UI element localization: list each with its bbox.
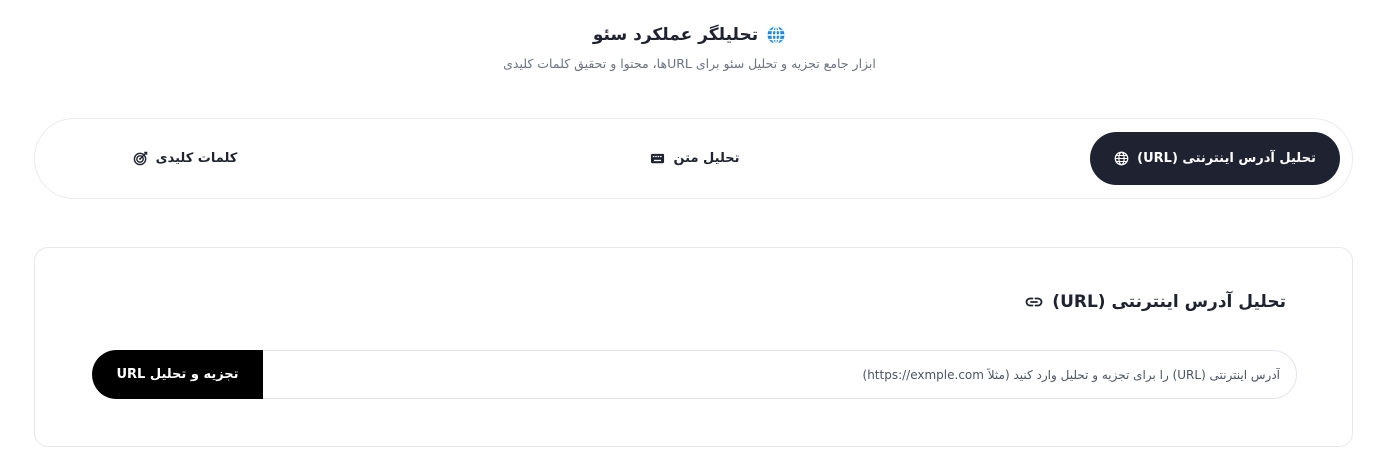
tab-url-label: تحلیل آدرس اینترنتی (URL) (1137, 151, 1316, 166)
globe-network-icon (766, 25, 786, 45)
link-icon (1024, 292, 1044, 312)
page: تحلیلگر عملکرد سئو ابزار جامع تجزیه و تح… (0, 0, 1379, 469)
url-input[interactable] (92, 350, 1297, 399)
tab-keywords-label: کلمات کلیدی (155, 151, 238, 166)
tab-keywords[interactable]: کلمات کلیدی (85, 132, 285, 185)
tab-url-analysis[interactable]: تحلیل آدرس اینترنتی (URL) (1090, 132, 1340, 185)
title-row: تحلیلگر عملکرد سئو (593, 22, 786, 48)
target-icon (133, 151, 148, 166)
page-title: تحلیلگر عملکرد سئو (592, 25, 759, 45)
tab-text-label: تحلیل متن (673, 151, 740, 166)
keyboard-icon (650, 151, 665, 166)
page-header: تحلیلگر عملکرد سئو ابزار جامع تجزیه و تح… (0, 22, 1379, 71)
analysis-tabs: تحلیل آدرس اینترنتی (URL) تحلیل متن کلما… (34, 118, 1353, 199)
url-analysis-card: تحلیل آدرس اینترنتی (URL) تجزیه و تحلیل … (34, 247, 1353, 447)
analyze-url-button[interactable]: تجزیه و تحلیل URL (92, 350, 263, 399)
section-title: تحلیل آدرس اینترنتی (URL) (1052, 292, 1286, 312)
tab-text-analysis[interactable]: تحلیل متن (595, 132, 795, 185)
section-heading: تحلیل آدرس اینترنتی (URL) (1024, 292, 1286, 312)
globe-icon (1114, 151, 1129, 166)
page-subtitle: ابزار جامع تجزیه و تحلیل سئو برای URLها،… (503, 56, 876, 71)
url-input-row: تجزیه و تحلیل URL (92, 350, 1297, 399)
